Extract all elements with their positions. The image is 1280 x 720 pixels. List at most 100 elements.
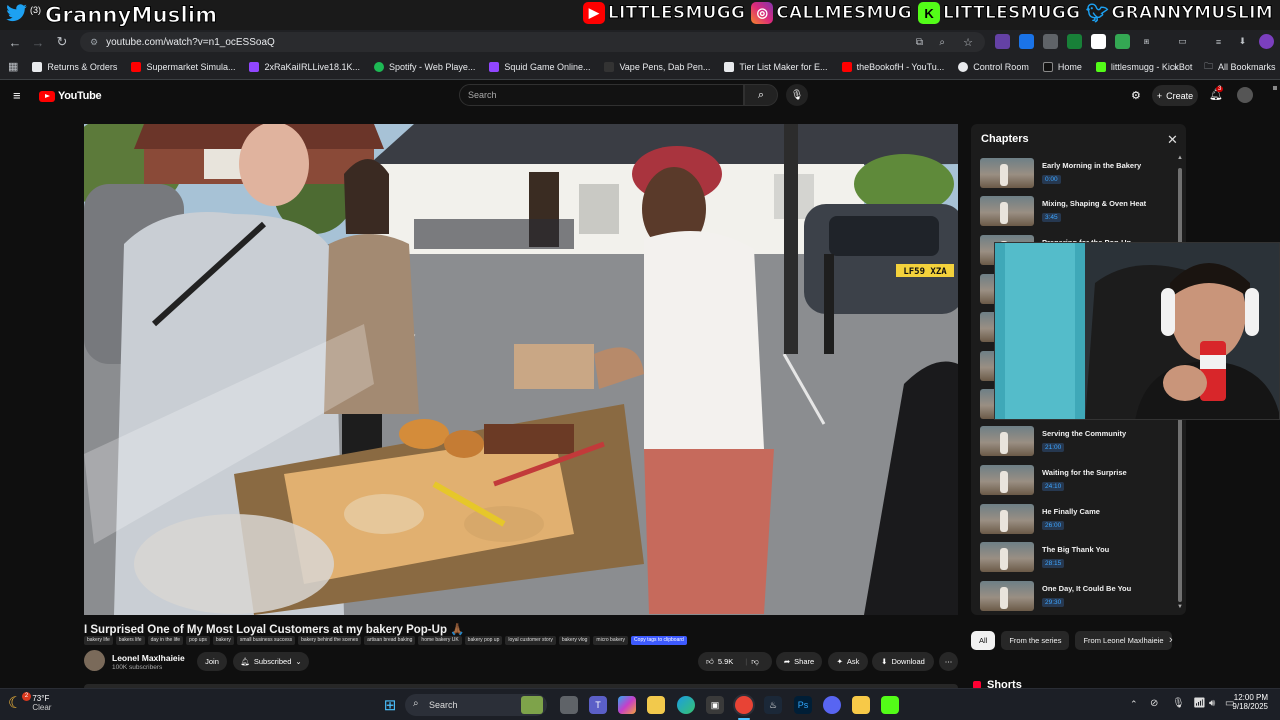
search-button[interactable]: ⌕ <box>744 84 778 106</box>
tag-chip[interactable]: bakery <box>212 636 234 645</box>
hamburger-menu-icon[interactable]: ≡ <box>13 88 21 103</box>
join-button[interactable]: Join <box>197 652 227 671</box>
bookmark-item[interactable]: Supermarket Simula... <box>131 61 235 72</box>
chapter-item[interactable]: Early Morning in the Bakery 0:00 <box>980 158 1175 190</box>
tag-chip[interactable]: bakers life <box>115 636 145 645</box>
volume-icon[interactable]: 🔊︎ <box>1209 698 1215 709</box>
download-button[interactable]: ⬇ Download <box>872 652 934 671</box>
zoom-icon[interactable]: ⌕ <box>939 37 945 48</box>
back-button[interactable]: ← <box>3 30 27 54</box>
weather-widget[interactable]: ☾ 2 73°F Clear <box>8 692 51 713</box>
edge-browser-icon[interactable] <box>677 696 695 714</box>
photoshop-icon[interactable]: Ps <box>794 696 812 714</box>
bookmark-item[interactable]: Returns & Orders <box>32 61 117 72</box>
chevron-up-icon[interactable]: ⌃ <box>1130 699 1138 710</box>
microphone-icon[interactable]: 🎙︎ <box>1172 698 1185 709</box>
chapter-timestamp[interactable]: 21:00 <box>1042 443 1065 452</box>
profile-avatar[interactable] <box>1259 34 1274 49</box>
bookmark-item[interactable]: Vape Pens, Dab Pen... <box>604 61 710 72</box>
bookmark-item[interactable]: Squid Game Online... <box>489 61 590 72</box>
all-bookmarks-button[interactable]: 🗀 All Bookmarks <box>1204 59 1276 75</box>
chip-all[interactable]: All <box>971 631 996 650</box>
chip-from-channel[interactable]: From Leonel Maxlhaieie <box>1075 631 1172 650</box>
extension-icon[interactable] <box>1019 34 1034 49</box>
tag-chip[interactable]: bakery behind the scenes <box>298 636 362 645</box>
scroll-down-arrow-icon[interactable]: ▼ <box>1177 604 1183 610</box>
tag-chip[interactable]: artisan bread baking <box>364 636 416 645</box>
subscribed-button[interactable]: 🔔︎ Subscribed ⌄ <box>233 652 309 671</box>
chapter-timestamp[interactable]: 26:00 <box>1042 521 1065 530</box>
chrome-browser-icon[interactable] <box>735 696 753 714</box>
chapter-item[interactable]: Serving the Community 21:00 <box>980 426 1175 458</box>
network-off-icon[interactable]: ⊘ <box>1150 698 1158 709</box>
tag-chip[interactable]: micro bakery <box>593 636 629 645</box>
chip-from-series[interactable]: From the series <box>1001 631 1070 650</box>
media-controls-icon[interactable]: ≡ <box>1211 34 1226 49</box>
chevron-right-icon[interactable]: › <box>1169 634 1173 646</box>
thumbs-down-icon[interactable]: 👎︎ <box>751 657 759 667</box>
share-button[interactable]: ➦ Share <box>776 652 822 671</box>
extension-icon[interactable] <box>1091 34 1106 49</box>
account-avatar[interactable] <box>1237 87 1253 103</box>
downloads-icon[interactable]: ⬇ <box>1235 34 1250 49</box>
like-count[interactable]: 5.9K <box>718 657 733 666</box>
bookmark-item[interactable]: 2xRaKaiIRLLive18.1K... <box>249 61 360 72</box>
tag-chip[interactable]: bakery vlog <box>558 636 591 645</box>
reload-button[interactable]: ↻ <box>50 30 74 54</box>
windows-start-icon[interactable]: ⊞ <box>381 696 399 714</box>
youtube-logo[interactable]: YouTube <box>39 90 102 102</box>
tag-chip[interactable]: loyal customer story <box>505 636 556 645</box>
teams-icon[interactable]: T <box>589 696 607 714</box>
extension-icon[interactable] <box>1043 34 1058 49</box>
tag-chip[interactable]: bakery life <box>84 636 113 645</box>
tag-chip[interactable]: small business success <box>236 636 296 645</box>
chapter-timestamp[interactable]: 28:15 <box>1042 559 1065 568</box>
file-explorer-icon[interactable] <box>647 696 665 714</box>
app-icon[interactable] <box>852 696 870 714</box>
task-view-icon[interactable] <box>560 696 578 714</box>
copilot-icon[interactable] <box>618 696 636 714</box>
forward-button[interactable]: → <box>26 30 50 54</box>
copy-tags-button[interactable]: Copy tags to clipboard <box>631 636 687 645</box>
tag-chip[interactable]: pop ups <box>186 636 210 645</box>
discord-icon[interactable] <box>823 696 841 714</box>
search-input[interactable]: Search <box>459 84 744 106</box>
bookmark-item[interactable]: Tier List Maker for E... <box>724 61 828 72</box>
tag-chip[interactable]: day in the life <box>147 636 184 645</box>
channel-avatar[interactable] <box>84 650 105 671</box>
store-icon[interactable]: ▣ <box>706 696 724 714</box>
chapter-timestamp[interactable]: 0:00 <box>1042 175 1061 184</box>
chapter-item[interactable]: He Finally Came 26:00 <box>980 504 1175 536</box>
more-actions-button[interactable]: ⋯ <box>939 652 958 671</box>
puzzle-extensions-icon[interactable]: ⧆ <box>1139 34 1154 49</box>
steam-icon[interactable]: ♨ <box>764 696 782 714</box>
address-bar[interactable]: ⚙ youtube.com/watch?v=n1_ocESSoaQ ⌕ ☆ ⧉ <box>80 32 985 52</box>
chapter-item[interactable]: Waiting for the Surprise 24:10 <box>980 465 1175 497</box>
apps-grid-icon[interactable]: ▦ <box>8 60 18 73</box>
video-player[interactable]: LF59 XZA <box>84 124 958 615</box>
chapter-item[interactable]: Mixing, Shaping & Oven Heat 3:45 <box>980 196 1175 228</box>
create-button[interactable]: + Create <box>1152 85 1198 106</box>
scroll-up-arrow-icon[interactable]: ▲ <box>1177 155 1183 161</box>
extension-icon[interactable] <box>1067 34 1082 49</box>
chevron-right-icon[interactable]: » <box>1173 62 1178 72</box>
thumbs-up-icon[interactable]: 👍︎ <box>706 657 714 667</box>
tag-chip[interactable]: home bakery UK <box>418 636 462 645</box>
extension-icon[interactable] <box>1115 34 1130 49</box>
channel-name[interactable]: Leonel Maxlhaieie <box>112 653 185 663</box>
wifi-icon[interactable]: 📶︎ <box>1193 698 1206 709</box>
app-icon[interactable] <box>881 696 899 714</box>
chapter-item[interactable]: The Big Thank You 28:15 <box>980 542 1175 574</box>
voice-search-button[interactable]: 🎙︎ <box>786 84 808 106</box>
cast-icon[interactable]: ⧉ <box>916 37 923 48</box>
bookmark-item[interactable]: Spotify - Web Playe... <box>374 61 475 72</box>
side-panel-icon[interactable]: ▭ <box>1175 34 1190 49</box>
site-info-icon[interactable]: ⚙ <box>90 37 98 48</box>
settings-gear-icon[interactable]: ⚙ <box>1131 89 1141 102</box>
chapter-timestamp[interactable]: 24:10 <box>1042 482 1065 491</box>
bookmark-item[interactable]: Control Room <box>958 61 1029 72</box>
tag-chip[interactable]: bakery pop up <box>464 636 503 645</box>
chapter-timestamp[interactable]: 3:45 <box>1042 213 1061 222</box>
bookmark-star-icon[interactable]: ☆ <box>963 36 973 49</box>
chapter-timestamp[interactable]: 29:30 <box>1042 598 1065 607</box>
